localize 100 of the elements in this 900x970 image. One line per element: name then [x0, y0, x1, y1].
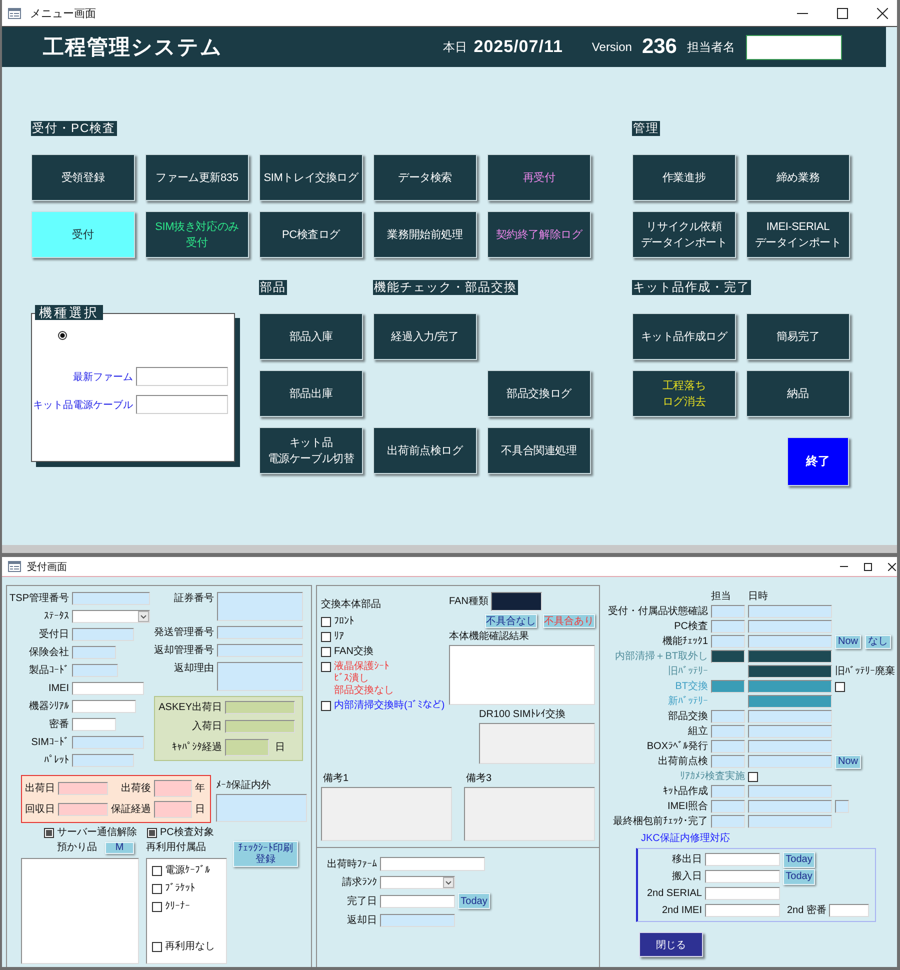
- input-field[interactable]: [58, 803, 108, 816]
- input-field[interactable]: [72, 628, 134, 641]
- checkbox[interactable]: [152, 866, 162, 876]
- radio-button[interactable]: [58, 331, 67, 340]
- menu-button[interactable]: キット品電源ケーブル切替: [259, 427, 363, 474]
- action-button[interactable]: Now: [835, 634, 861, 648]
- input-field[interactable]: [711, 755, 745, 768]
- input-field[interactable]: [72, 718, 116, 731]
- input-field[interactable]: [748, 680, 832, 693]
- checkbox[interactable]: [748, 772, 758, 782]
- input-field[interactable]: [711, 710, 745, 723]
- input-field[interactable]: [705, 904, 780, 917]
- input-field[interactable]: [748, 740, 832, 753]
- text-area[interactable]: [217, 662, 303, 691]
- text-area[interactable]: [464, 787, 595, 841]
- input-field[interactable]: [748, 695, 832, 708]
- input-field[interactable]: [72, 682, 144, 695]
- checkbox[interactable]: [147, 828, 157, 838]
- checkbox[interactable]: [44, 828, 54, 838]
- action-button[interactable]: なし: [865, 634, 891, 648]
- input-field[interactable]: [748, 620, 832, 633]
- checkbox[interactable]: [152, 942, 162, 952]
- input-field[interactable]: [711, 740, 745, 753]
- menu-button[interactable]: 部品交換ログ: [487, 370, 591, 417]
- menu-button[interactable]: データ検索: [373, 154, 477, 201]
- chevron-down-icon[interactable]: [443, 876, 454, 888]
- checkbox[interactable]: [835, 682, 845, 692]
- menu-button[interactable]: 納品: [746, 370, 850, 417]
- input-field[interactable]: [705, 853, 780, 866]
- text-area[interactable]: [449, 645, 595, 705]
- menu-button[interactable]: 不具合関連処理: [487, 427, 591, 474]
- menu-button[interactable]: 出荷前点検ログ: [373, 427, 477, 474]
- input-field[interactable]: [72, 736, 144, 749]
- input-field[interactable]: [711, 650, 745, 663]
- input-field[interactable]: [748, 755, 832, 768]
- operator-field[interactable]: [746, 34, 842, 60]
- input-field[interactable]: [154, 801, 192, 818]
- input-field[interactable]: [380, 894, 455, 908]
- input-field[interactable]: [380, 857, 485, 871]
- input-field[interactable]: [711, 800, 745, 813]
- menu-button[interactable]: ファーム更新835: [145, 154, 249, 201]
- input-field[interactable]: [748, 800, 832, 813]
- action-button[interactable]: M: [105, 842, 134, 854]
- menu-button[interactable]: PC検査ログ: [259, 211, 363, 258]
- input-field[interactable]: [711, 605, 745, 618]
- input-field[interactable]: [711, 725, 745, 738]
- input-field[interactable]: [748, 635, 832, 648]
- text-area[interactable]: [321, 787, 452, 841]
- input-field[interactable]: [217, 644, 303, 657]
- menu-button[interactable]: 工程落ちログ消去: [632, 370, 736, 417]
- close-icon[interactable]: [888, 562, 896, 570]
- input-field[interactable]: [711, 785, 745, 798]
- dropdown-field[interactable]: [380, 876, 455, 888]
- input-field[interactable]: [711, 680, 745, 693]
- input-field[interactable]: [835, 800, 849, 813]
- text-area[interactable]: [217, 592, 303, 621]
- menu-button[interactable]: 受付: [31, 211, 135, 258]
- input-field[interactable]: [748, 710, 832, 723]
- checkbox[interactable]: [321, 647, 331, 657]
- exit-button[interactable]: 終了: [787, 437, 849, 486]
- menu-button[interactable]: キット品作成ログ: [632, 313, 736, 360]
- input-field[interactable]: [136, 367, 228, 386]
- menu-button[interactable]: 簡易完了: [746, 313, 850, 360]
- result-button[interactable]: 不具合なし: [485, 614, 537, 628]
- input-field[interactable]: [711, 635, 745, 648]
- menu-button[interactable]: 作業進捗: [632, 154, 736, 201]
- input-field[interactable]: [748, 815, 832, 828]
- minimize-icon[interactable]: [797, 12, 808, 14]
- menu-button[interactable]: 部品入庫: [259, 313, 363, 360]
- input-field[interactable]: [72, 700, 136, 713]
- checkbox[interactable]: [321, 617, 331, 627]
- input-field[interactable]: [72, 664, 118, 677]
- close-button[interactable]: 閉じる: [639, 932, 703, 957]
- input-field[interactable]: [72, 592, 150, 605]
- input-field[interactable]: [705, 870, 780, 883]
- menu-button[interactable]: リサイクル依頼データインポート: [632, 211, 736, 258]
- input-field[interactable]: [225, 720, 295, 733]
- input-field[interactable]: [748, 785, 832, 798]
- checkbox[interactable]: [321, 701, 331, 711]
- input-field[interactable]: [711, 815, 745, 828]
- text-area[interactable]: [479, 723, 595, 764]
- checkbox[interactable]: [321, 662, 331, 672]
- input-field[interactable]: [748, 725, 832, 738]
- maximize-icon[interactable]: [837, 8, 848, 18]
- checkbox[interactable]: [152, 884, 162, 894]
- input-field[interactable]: [217, 626, 303, 639]
- input-field[interactable]: [72, 754, 134, 767]
- input-field[interactable]: [491, 592, 542, 611]
- checkbox[interactable]: [152, 902, 162, 912]
- menu-button[interactable]: SIM抜き対応のみ受付: [145, 211, 249, 258]
- menu-button[interactable]: 契約終了解除ログ: [487, 211, 591, 258]
- input-field[interactable]: [225, 739, 269, 756]
- menu-button[interactable]: 業務開始前処理: [373, 211, 477, 258]
- action-button[interactable]: Today: [783, 868, 815, 884]
- checkbox[interactable]: [321, 632, 331, 642]
- input-field[interactable]: [829, 904, 870, 917]
- input-field[interactable]: [711, 620, 745, 633]
- menu-button[interactable]: SIMトレイ交換ログ: [259, 154, 363, 201]
- action-button[interactable]: Now: [835, 754, 861, 768]
- action-button[interactable]: Today: [458, 893, 490, 909]
